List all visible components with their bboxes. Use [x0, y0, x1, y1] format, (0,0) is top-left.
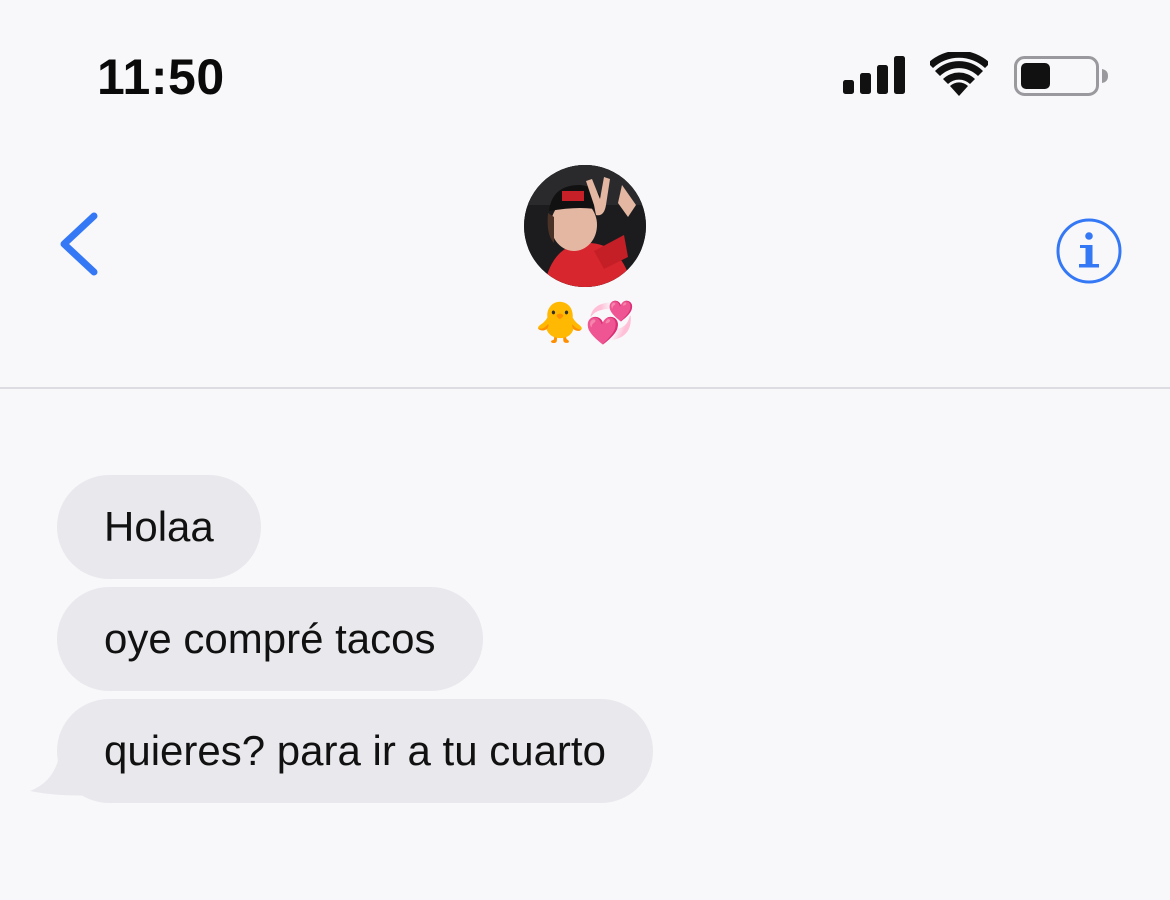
message-bubble[interactable]: oye compré tacos [57, 587, 483, 691]
battery-icon [1014, 56, 1108, 96]
conversation-header: 🐥💞 [0, 140, 1170, 389]
chevron-left-icon [60, 212, 98, 276]
message-bubble[interactable]: Holaa [57, 475, 261, 579]
message-bubble[interactable]: quieres? para ir a tu cuarto [57, 699, 653, 803]
info-icon [1056, 218, 1122, 284]
avatar-photo [524, 165, 646, 287]
back-button[interactable] [54, 208, 110, 280]
cellular-signal-icon [843, 56, 905, 94]
status-bar: 11:50 [0, 0, 1170, 140]
wifi-icon [930, 52, 988, 96]
info-button[interactable] [1055, 217, 1123, 285]
message-thread: Holaa oye compré tacos quieres? para ir … [0, 389, 1170, 900]
contact-avatar[interactable] [524, 165, 646, 287]
contact-name[interactable]: 🐥💞 [435, 300, 735, 346]
status-time: 11:50 [97, 49, 225, 105]
